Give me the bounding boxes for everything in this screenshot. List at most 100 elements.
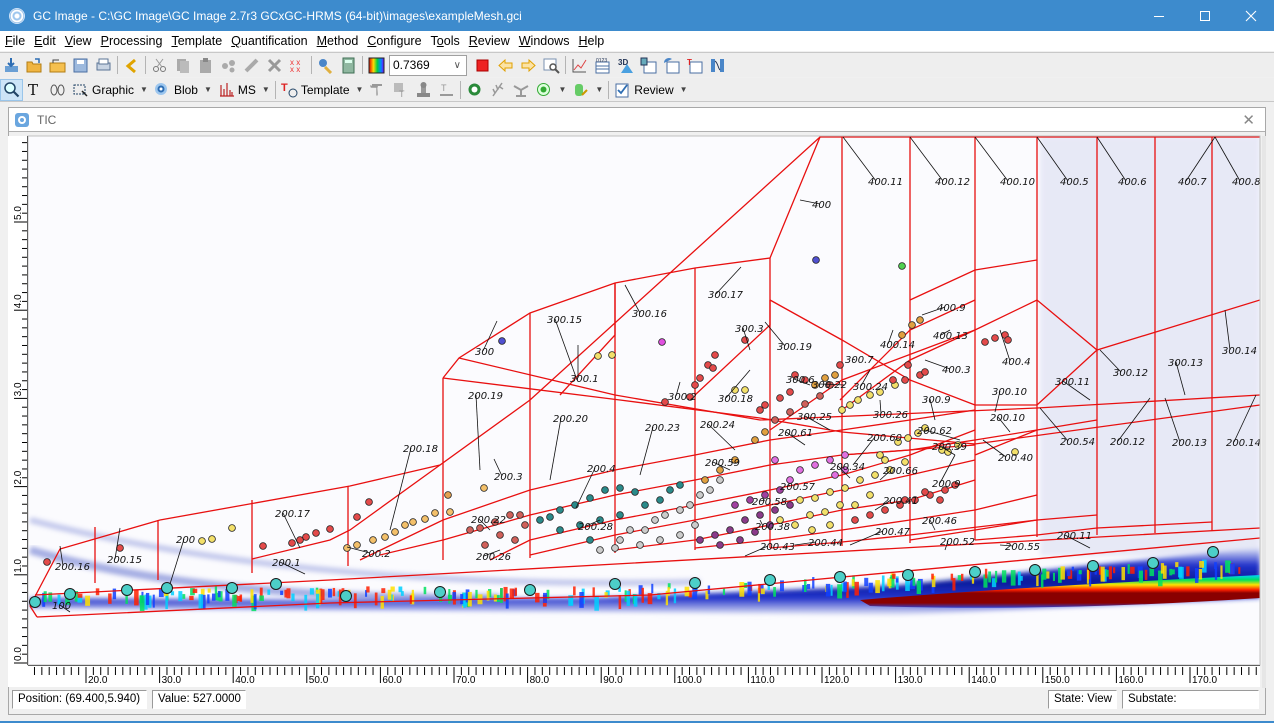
peak-marker[interactable]	[826, 521, 834, 529]
template-label[interactable]: 200.11	[1057, 531, 1092, 542]
peak-marker[interactable]	[741, 516, 749, 524]
template-label[interactable]: 300.24	[853, 382, 888, 393]
band-peak-marker[interactable]	[434, 586, 446, 598]
peak-marker[interactable]	[716, 476, 724, 484]
band-peak-marker[interactable]	[1207, 546, 1219, 558]
template-label[interactable]: 300.18	[718, 394, 753, 405]
peak-marker[interactable]	[808, 526, 816, 534]
peak-marker[interactable]	[611, 544, 619, 552]
peak-marker[interactable]	[791, 521, 799, 529]
peak-marker[interactable]	[871, 471, 879, 479]
peak-marker[interactable]	[651, 516, 659, 524]
peak-marker[interactable]	[658, 338, 666, 346]
template-label[interactable]: 300.16	[632, 309, 667, 320]
template-label[interactable]: 400.11	[868, 177, 903, 188]
peak-marker[interactable]	[481, 541, 489, 549]
template-label[interactable]: 400.10	[1000, 177, 1035, 188]
peak-marker[interactable]	[696, 536, 704, 544]
chromatogram-plot[interactable]: 100 200.16 200.15 200 200.1 200.17 200.2 200.18…	[0, 0, 1274, 690]
template-label[interactable]: 200.38	[755, 522, 790, 533]
peak-marker[interactable]	[881, 506, 889, 514]
peak-marker[interactable]	[326, 525, 334, 533]
template-label[interactable]: 400.5	[1060, 177, 1089, 188]
band-peak-marker[interactable]	[270, 578, 282, 590]
band-peak-marker[interactable]	[29, 596, 41, 608]
peak-marker[interactable]	[901, 458, 909, 466]
peak-marker[interactable]	[365, 498, 373, 506]
peak-marker[interactable]	[711, 531, 719, 539]
template-label[interactable]: 400.8	[1232, 177, 1261, 188]
peak-marker[interactable]	[851, 516, 859, 524]
template-label[interactable]: 200.58	[752, 497, 787, 508]
template-label[interactable]: 300.13	[1168, 358, 1203, 369]
peak-marker[interactable]	[381, 533, 389, 541]
template-label[interactable]: 200.16	[55, 562, 90, 573]
peak-marker[interactable]	[641, 526, 649, 534]
peak-marker[interactable]	[556, 506, 564, 514]
template-label[interactable]: 200.20	[553, 414, 588, 425]
template-label[interactable]: 200.10	[990, 413, 1025, 424]
peak-marker[interactable]	[312, 529, 320, 537]
peak-marker[interactable]	[691, 381, 699, 389]
peak-marker[interactable]	[908, 321, 916, 329]
peak-marker[interactable]	[431, 509, 439, 517]
peak-marker[interactable]	[616, 511, 624, 519]
peak-marker[interactable]	[706, 486, 714, 494]
band-peak-marker[interactable]	[1087, 560, 1099, 572]
band-peak-marker[interactable]	[524, 584, 536, 596]
peak-marker[interactable]	[391, 528, 399, 536]
template-label[interactable]: 300.2	[668, 392, 697, 403]
peak-marker[interactable]	[836, 361, 844, 369]
band-peak-marker[interactable]	[609, 578, 621, 590]
template-label[interactable]: 300.6	[786, 375, 815, 386]
peak-marker[interactable]	[511, 536, 519, 544]
peak-marker[interactable]	[444, 491, 452, 499]
peak-marker[interactable]	[353, 541, 361, 549]
template-label[interactable]: 200	[176, 535, 195, 546]
template-label[interactable]: 400.7	[1178, 177, 1207, 188]
peak-marker[interactable]	[696, 374, 704, 382]
template-label[interactable]: 100	[52, 601, 71, 612]
peak-marker[interactable]	[806, 511, 814, 519]
peak-marker[interactable]	[856, 476, 864, 484]
peak-marker[interactable]	[116, 544, 124, 552]
peak-marker[interactable]	[696, 491, 704, 499]
template-label[interactable]: 300.11	[1055, 377, 1090, 388]
peak-marker[interactable]	[556, 526, 564, 534]
peak-marker[interactable]	[796, 466, 804, 474]
band-peak-marker[interactable]	[340, 590, 352, 602]
peak-marker[interactable]	[831, 371, 839, 379]
peak-marker[interactable]	[904, 361, 912, 369]
peak-marker[interactable]	[676, 481, 684, 489]
peak-marker[interactable]	[916, 316, 924, 324]
template-label[interactable]: 200.66	[883, 466, 918, 477]
template-label[interactable]: 200.54	[1060, 437, 1095, 448]
template-label[interactable]: 200.17	[275, 509, 311, 520]
template-label[interactable]: 300	[475, 347, 494, 358]
template-label[interactable]: 300.9	[922, 395, 951, 406]
peak-marker[interactable]	[641, 501, 649, 509]
peak-marker[interactable]	[521, 521, 529, 529]
peak-marker[interactable]	[1004, 336, 1012, 344]
band-peak-marker[interactable]	[1029, 564, 1041, 576]
template-label[interactable]: 200.39	[932, 442, 967, 453]
peak-marker[interactable]	[302, 533, 310, 541]
peak-marker[interactable]	[836, 501, 844, 509]
template-label[interactable]: 200.62	[917, 426, 952, 437]
template-label[interactable]: 400.9	[937, 303, 966, 314]
band-peak-marker[interactable]	[64, 588, 76, 600]
peak-marker[interactable]	[981, 338, 989, 346]
peak-marker[interactable]	[866, 491, 874, 499]
peak-marker[interactable]	[546, 513, 554, 521]
peak-marker[interactable]	[480, 484, 488, 492]
peak-marker[interactable]	[691, 521, 699, 529]
template-label[interactable]: 200.3	[494, 472, 523, 483]
peak-marker[interactable]	[811, 461, 819, 469]
peak-marker[interactable]	[446, 508, 454, 516]
peak-marker[interactable]	[761, 401, 769, 409]
peak-marker[interactable]	[409, 518, 417, 526]
template-label[interactable]: 300.3	[735, 324, 764, 335]
peak-marker[interactable]	[676, 506, 684, 514]
peak-marker[interactable]	[756, 511, 764, 519]
peak-marker[interactable]	[401, 521, 409, 529]
